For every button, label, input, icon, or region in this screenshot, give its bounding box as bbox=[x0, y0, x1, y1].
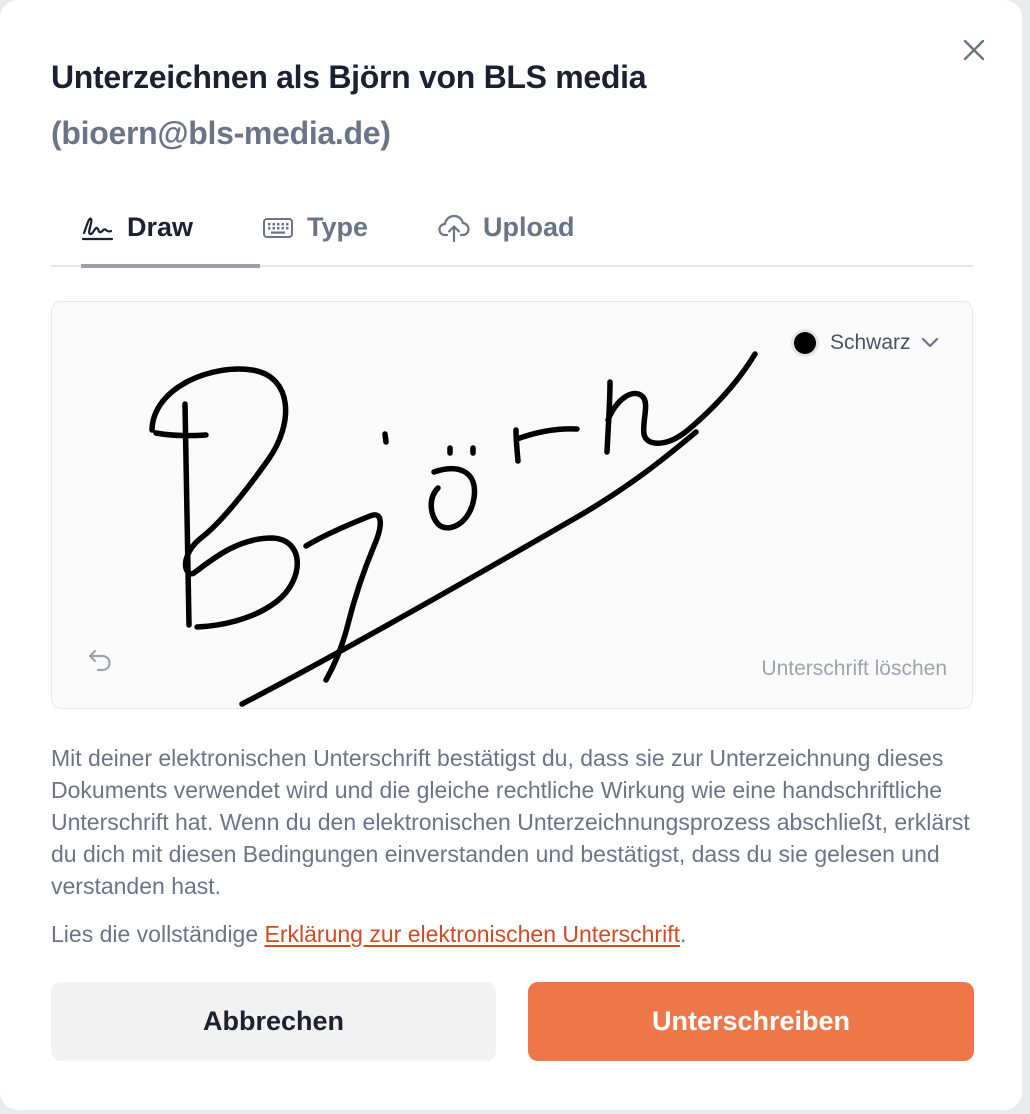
cloud-upload-icon bbox=[437, 211, 471, 245]
close-button[interactable] bbox=[958, 34, 990, 66]
signature-icon bbox=[81, 211, 115, 245]
drawn-signature bbox=[149, 351, 758, 707]
chevron-down-icon bbox=[921, 337, 939, 349]
cancel-button[interactable]: Abbrechen bbox=[51, 982, 496, 1061]
pen-color-select[interactable]: Schwarz bbox=[794, 328, 939, 358]
signature-method-tabs: Draw Type Upload bbox=[51, 190, 973, 268]
readmore-suffix: . bbox=[679, 921, 687, 947]
tab-upload-label: Upload bbox=[483, 212, 575, 242]
signature-canvas[interactable]: Schwarz Unterschrift löschen bbox=[51, 301, 973, 709]
sign-dialog: Unterzeichnen als Björn von BLS media (b… bbox=[0, 0, 1022, 1110]
close-icon bbox=[963, 39, 985, 61]
signer-email: (bioern@bls-media.de) bbox=[51, 115, 391, 151]
tab-type-label: Type bbox=[307, 212, 369, 242]
pen-color-swatch bbox=[794, 332, 816, 354]
clear-signature-button[interactable]: Unterschrift löschen bbox=[761, 657, 947, 681]
esign-disclosure-link[interactable]: Erklärung zur elektronischen Unterschrif… bbox=[265, 921, 680, 947]
keyboard-icon bbox=[261, 211, 295, 245]
esign-disclosure-line: Lies die vollständige Erklärung zur elek… bbox=[51, 918, 686, 950]
undo-icon bbox=[88, 649, 111, 672]
tab-draw[interactable]: Draw bbox=[81, 190, 261, 268]
dialog-title: Unterzeichnen als Björn von BLS media bbox=[51, 59, 647, 95]
pen-color-label: Schwarz bbox=[830, 331, 911, 354]
tab-draw-label: Draw bbox=[127, 212, 194, 242]
sign-button[interactable]: Unterschreiben bbox=[528, 982, 974, 1061]
tab-type[interactable]: Type bbox=[261, 190, 368, 265]
readmore-prefix: Lies die vollständige bbox=[51, 921, 265, 947]
legal-disclaimer: Mit deiner elektronischen Unterschrift b… bbox=[51, 745, 970, 899]
tab-upload[interactable]: Upload bbox=[437, 190, 575, 265]
undo-button[interactable] bbox=[84, 644, 116, 676]
